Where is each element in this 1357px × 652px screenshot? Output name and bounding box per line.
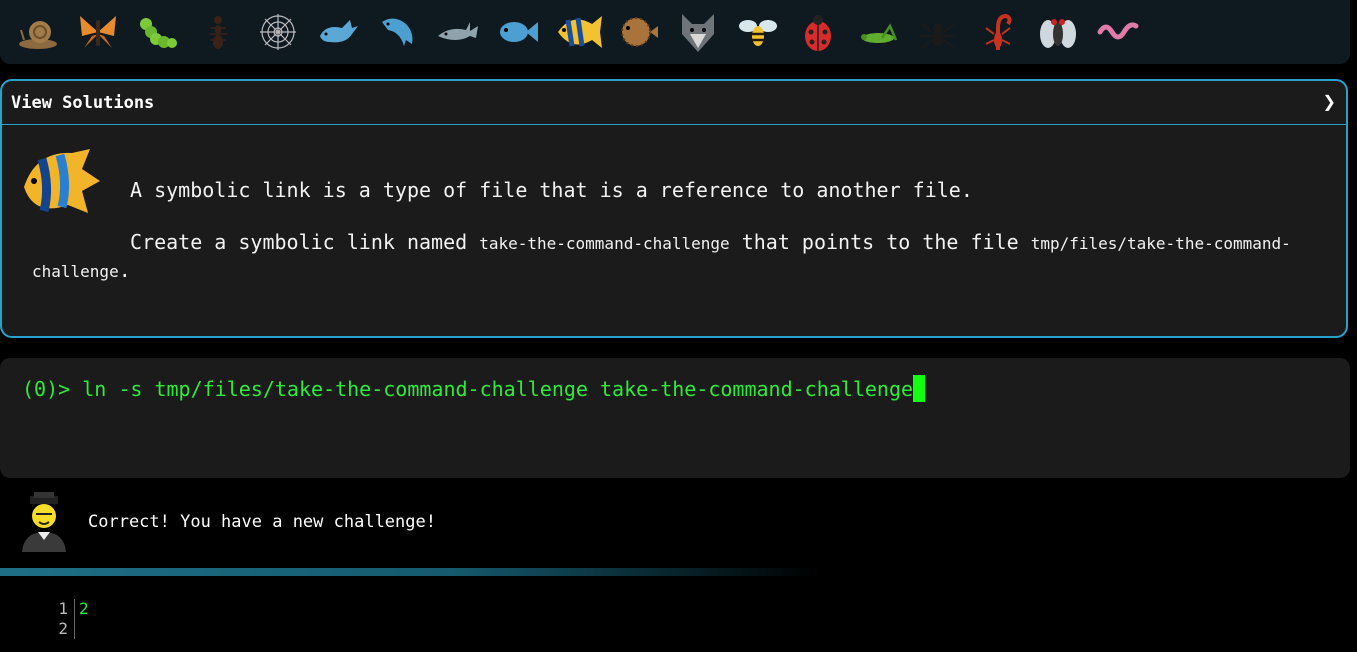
spider-web-icon[interactable] [248,2,308,62]
student-avatar-icon [22,492,66,552]
cricket-icon[interactable] [848,2,908,62]
icon-bar [0,0,1350,64]
ladybug-icon[interactable] [788,2,848,62]
terminal[interactable]: (0)> ln -s tmp/files/take-the-command-ch… [0,358,1350,478]
fish-icon[interactable] [488,2,548,62]
spider-icon[interactable] [908,2,968,62]
worm-icon[interactable] [1088,2,1148,62]
whale-icon[interactable] [308,2,368,62]
panel-title: View Solutions [11,92,155,113]
view-solutions-toggle[interactable]: View Solutions ❯ [2,81,1346,125]
link-name-code: take-the-command-challenge [479,234,730,253]
challenge-description: A symbolic link is a type of file that i… [32,177,1316,285]
caterpillar-icon[interactable] [128,2,188,62]
ant-icon[interactable] [188,2,248,62]
blowfish-icon[interactable] [608,2,668,62]
output-text: 2 [79,599,89,618]
shark-icon[interactable] [428,2,488,62]
wolf-icon[interactable] [668,2,728,62]
scorpion-icon[interactable] [968,2,1028,62]
description-line-2: Create a symbolic link named take-the-co… [32,230,1291,282]
tropical-fish-icon[interactable] [548,2,608,62]
butterfly-icon[interactable] [68,2,128,62]
chevron-right-icon[interactable]: ❯ [1323,90,1336,115]
divider [0,568,820,576]
terminal-cursor [913,375,926,402]
solutions-panel: View Solutions ❯ A symbolic link is a ty… [0,79,1348,338]
fly-icon[interactable] [1028,2,1088,62]
dolphin-icon[interactable] [368,2,428,62]
snail-icon[interactable] [8,2,68,62]
output-panel: 122 [54,599,89,639]
line-numbers: 12 [54,599,75,639]
terminal-command[interactable]: ln -s tmp/files/take-the-command-challen… [82,377,913,401]
feedback: Correct! You have a new challenge! [18,490,436,554]
terminal-prompt: (0)> [22,377,71,401]
description-line-1: A symbolic link is a type of file that i… [130,178,973,202]
bee-icon[interactable] [728,2,788,62]
feedback-message: Correct! You have a new challenge! [88,512,436,532]
